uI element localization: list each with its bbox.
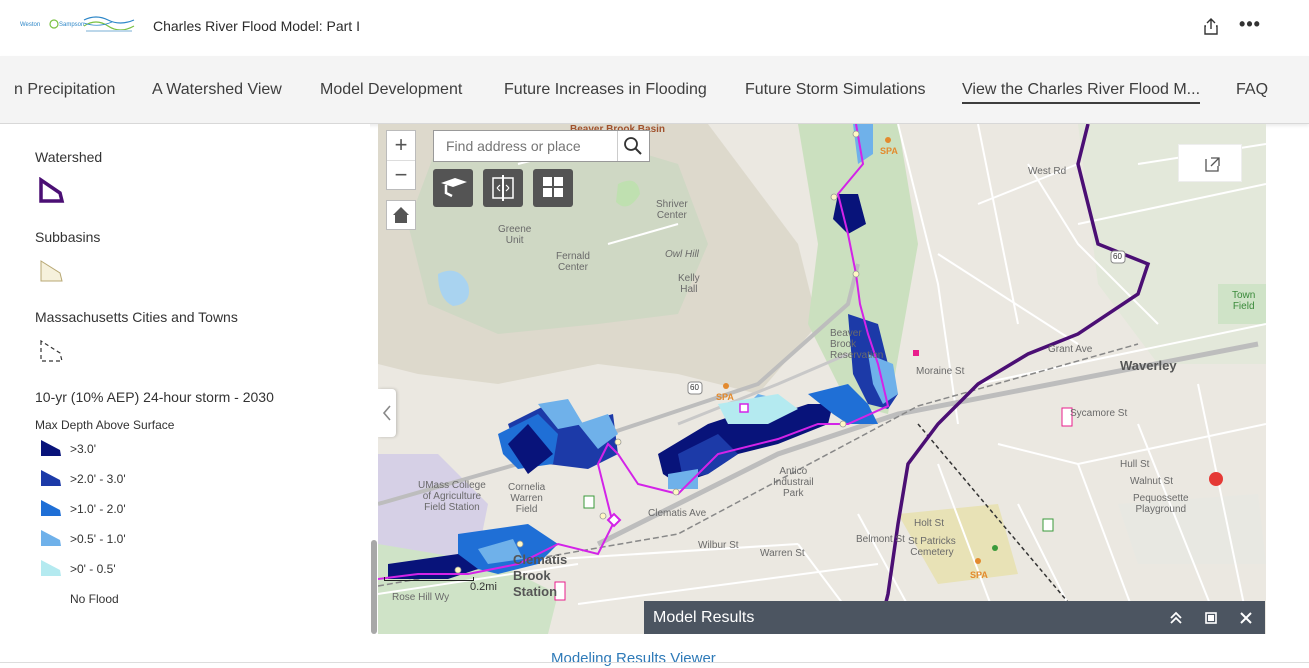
map-label-st-patricks: St Patricks Cemetery — [908, 536, 956, 558]
depth-swatch-icon — [41, 560, 61, 576]
zoom-out-button[interactable]: − — [387, 161, 415, 191]
app-title: Charles River Flood Model: Part I — [153, 18, 360, 34]
legend-depth-title: Max Depth Above Surface — [35, 418, 175, 432]
map-label-owl-hill: Owl Hill — [665, 249, 699, 260]
map-label-grant-ave: Grant Ave — [1048, 344, 1093, 355]
map-label-walnut: Walnut St — [1130, 476, 1173, 487]
maximize-icon — [1205, 612, 1217, 624]
town-boundary-symbol-icon — [40, 339, 63, 362]
footer-divider — [0, 662, 1309, 663]
watershed-symbol-icon — [39, 177, 65, 203]
map-legend: Watershed Subbasins Massachusetts Cities… — [0, 124, 370, 644]
depth-swatch-icon — [41, 470, 61, 486]
open-in-new-window-button[interactable] — [1178, 144, 1242, 182]
map-label-sycamore: Sycamore St — [1070, 408, 1128, 419]
map-label-route-60: 60 — [690, 383, 699, 392]
search-button[interactable] — [617, 131, 649, 161]
nav-item-future-increases[interactable]: Future Increases in Flooding — [504, 81, 707, 99]
map-label-clematis-ave: Clematis Ave — [648, 508, 707, 519]
flood-map[interactable]: Beaver Brook Basin Shriver Center Greene… — [378, 124, 1266, 634]
map-label-kelly: Kelly Hall — [678, 273, 700, 295]
depth-swatch-icon — [41, 500, 61, 516]
double-chevron-up-icon — [1170, 611, 1182, 624]
legend-storm-title: 10-yr (10% AEP) 24-hour storm - 2030 — [35, 389, 274, 405]
chevron-left-icon — [382, 405, 391, 421]
map-label-fernald: Fernald Center — [556, 251, 590, 273]
zoom-control: + − — [386, 130, 416, 190]
map-label-hull: Hull St — [1120, 459, 1150, 470]
depth-swatch-icon — [41, 440, 61, 456]
swipe-compare-icon — [492, 175, 514, 201]
home-icon — [393, 207, 409, 223]
app-header: Weston Sampson Charles River Flood Model… — [0, 0, 1309, 56]
model-results-panel: Model Results — [644, 601, 1265, 634]
legend-watershed-label: Watershed — [35, 149, 103, 165]
map-label-warren: Warren St — [760, 548, 805, 559]
search-input[interactable] — [434, 131, 617, 161]
map-label-greene: Greene Unit — [498, 224, 532, 246]
close-icon — [1240, 612, 1252, 624]
nav-item-view-flood-model[interactable]: View the Charles River Flood M... — [962, 81, 1201, 104]
legend-subbasins-label: Subbasins — [35, 229, 101, 245]
subbasin-symbol-icon — [40, 260, 63, 282]
home-button[interactable] — [386, 200, 416, 230]
address-search — [433, 130, 650, 162]
nav-item-model-development[interactable]: Model Development — [320, 81, 462, 99]
maximize-panel-button[interactable] — [1202, 609, 1220, 627]
nav-item-watershed-view[interactable]: A Watershed View — [152, 81, 282, 99]
map-label-rose-hill: Rose Hill Wy — [392, 592, 450, 603]
mortarboard-icon — [441, 178, 467, 198]
map-label-antico: Antico Industrail Park — [773, 466, 814, 499]
map-label-spa: SPA — [880, 146, 898, 156]
swipe-tool-button[interactable] — [483, 169, 523, 207]
map-label-belmont: Belmont St — [856, 534, 905, 545]
share-icon[interactable] — [1200, 16, 1222, 38]
map-label-wilbur: Wilbur St — [698, 540, 739, 551]
map-label-holt: Holt St — [914, 518, 945, 529]
depth-swatch-icon — [41, 530, 61, 546]
map-label-waverley: Waverley — [1120, 358, 1177, 373]
expand-panel-button[interactable] — [1167, 609, 1185, 627]
model-results-title: Model Results — [653, 609, 755, 626]
more-options-button[interactable]: ••• — [1236, 14, 1264, 36]
map-label-route-60: 60 — [1113, 252, 1122, 261]
close-panel-button[interactable] — [1237, 609, 1255, 627]
legend-towns-label: Massachusetts Cities and Towns — [35, 309, 238, 325]
external-link-icon — [1205, 157, 1220, 172]
basemap-gallery-button[interactable] — [433, 169, 473, 207]
map-label-pequossette: Pequossette Playground — [1133, 493, 1189, 515]
map-label-moraine: Moraine St — [916, 366, 965, 377]
svg-text:Sampson: Sampson — [59, 22, 84, 28]
map-label-spa: SPA — [970, 570, 988, 580]
map-label-clematis-station: Clematis Brook Station — [513, 552, 568, 599]
map-label-shriver: Shriver Center — [656, 199, 688, 221]
map-label-town-field: Town Field — [1232, 290, 1256, 312]
map-label-beaver-brook-res: Beaver Brook Reservation — [830, 328, 884, 361]
collapse-legend-button[interactable] — [378, 389, 396, 437]
scale-bar-label: 0.2mi — [470, 581, 497, 593]
zoom-in-button[interactable]: + — [387, 131, 415, 161]
scale-bar: 0.2mi — [384, 577, 497, 593]
modeling-results-viewer-link[interactable]: Modeling Results Viewer — [551, 650, 716, 667]
search-icon — [624, 137, 642, 155]
layout-grid-button[interactable] — [533, 169, 573, 207]
organization-logo[interactable]: Weston Sampson — [18, 14, 136, 36]
map-label-west-rd: West Rd — [1028, 166, 1067, 177]
grid-icon — [543, 177, 563, 197]
legend-scrollbar[interactable] — [371, 540, 377, 634]
map-label-umass: UMass College of Agriculture Field Stati… — [418, 480, 486, 513]
nav-item-future-storm[interactable]: Future Storm Simulations — [745, 81, 926, 99]
scale-bar-line — [384, 577, 474, 581]
map-label-cornelia: Cornelia Warren Field — [508, 482, 546, 515]
map-label-spa: SPA — [716, 392, 734, 402]
svg-text:Weston: Weston — [20, 22, 40, 28]
nav-item-faq[interactable]: FAQ — [1236, 81, 1268, 99]
section-nav: n Precipitation A Watershed View Model D… — [0, 56, 1309, 124]
nav-item-precipitation[interactable]: n Precipitation — [14, 81, 115, 99]
